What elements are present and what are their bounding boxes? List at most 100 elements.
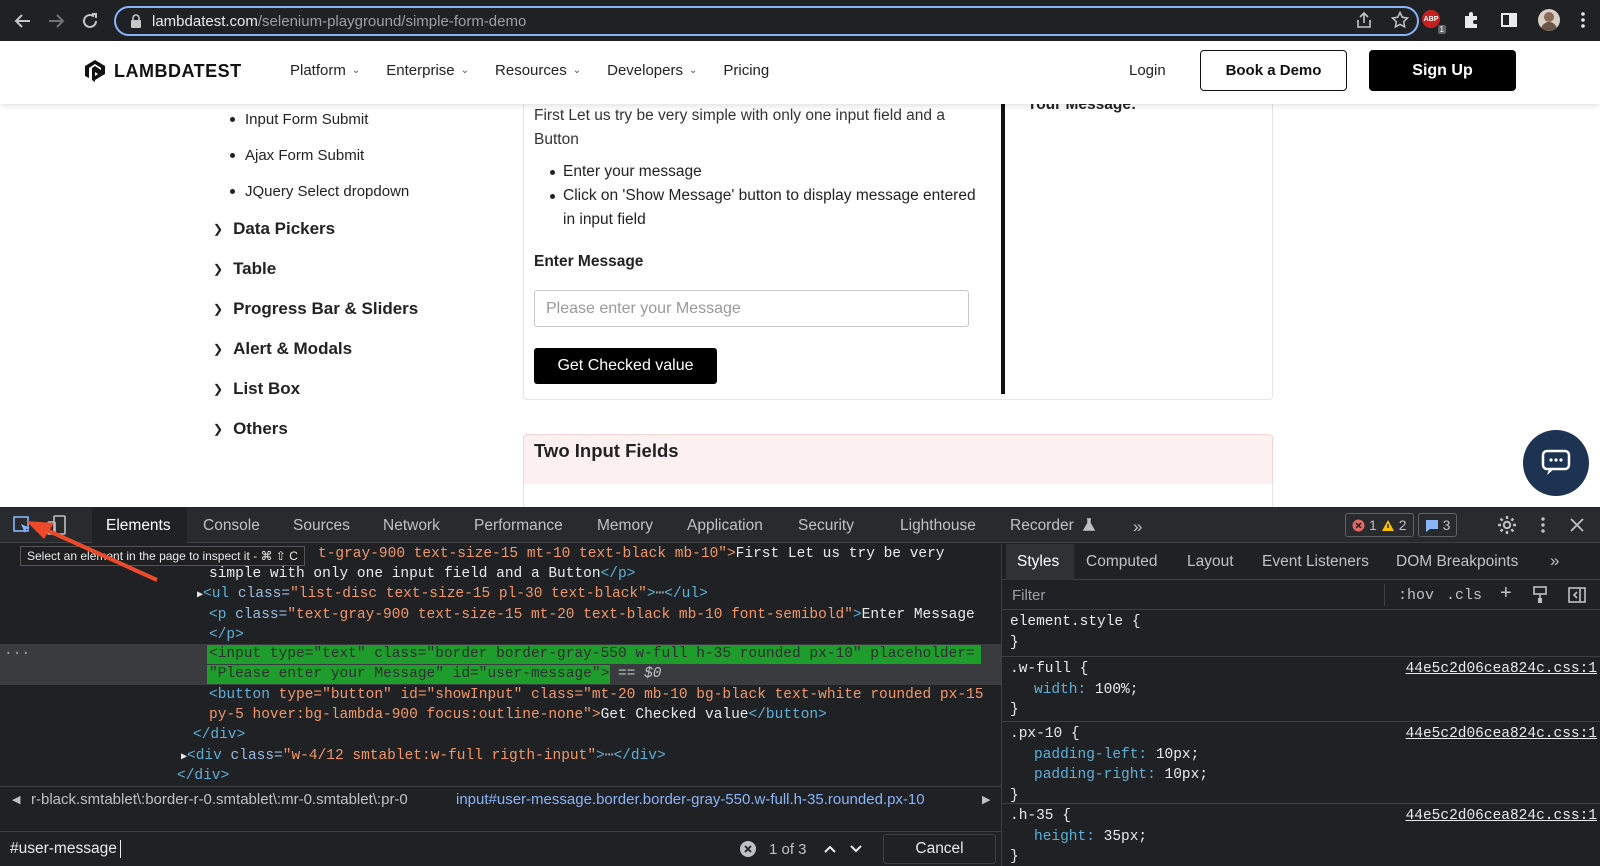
profile-avatar[interactable] [1538,9,1560,31]
search-next-icon[interactable] [848,841,864,857]
breadcrumb-item[interactable]: r-black.smtablet\:border-r-0.smtablet\:m… [31,791,408,808]
back-icon[interactable] [11,9,35,33]
chat-widget-button[interactable] [1523,430,1589,496]
flask-icon [1082,518,1096,531]
dom-node-div-right[interactable]: ▶<div class="w-4/12 smtablet:w-full rigt… [181,746,666,769]
sidebar-cat-data-pickers[interactable]: ❯ Data Pickers [213,219,335,239]
node-actions-ellipsis[interactable]: ··· [4,644,30,665]
settings-gear-icon[interactable] [1497,515,1517,535]
dom-node-p-text[interactable]: simple with only one input field and a B… [209,564,635,585]
breadcrumb-item-selected[interactable]: input#user-message.border.border-gray-55… [456,791,925,808]
sidebar-item-jquery-select[interactable]: JQuery Select dropdown [230,183,409,200]
sign-up-button[interactable]: Sign Up [1369,50,1516,91]
tab-network[interactable]: Network [383,517,440,535]
dom-node-input-selected[interactable]: <input type="text" class="border border-… [209,644,975,665]
tab-lighthouse[interactable]: Lighthouse [900,517,976,535]
side-panel-icon[interactable] [1500,11,1518,29]
bullet [550,170,555,175]
more-tabs-icon[interactable]: » [1133,517,1142,537]
clear-search-icon[interactable] [739,840,757,858]
browser-menu-icon[interactable] [1580,11,1586,29]
element-state-paint-icon[interactable] [1532,586,1548,604]
search-result-count: 1 of 3 [769,841,807,858]
sidebar-cat-list-box[interactable]: ❯ List Box [213,379,300,399]
cls-toggle[interactable]: .cls [1446,587,1482,604]
tab-application[interactable]: Application [687,517,763,535]
error-icon [1352,519,1365,531]
tab-recorder[interactable]: Recorder [1010,517,1074,535]
dom-node-input-selected-2[interactable]: "Please enter your Message" id="user-mes… [209,664,661,685]
toggle-sidebar-icon[interactable] [1568,586,1586,604]
search-prev-icon[interactable] [822,841,838,857]
breadcrumb-scroll-right-icon[interactable]: ▶ [982,793,990,806]
tab-performance[interactable]: Performance [474,517,563,535]
dom-node-button[interactable]: <button type="button" id="showInput" cla… [209,685,983,706]
bookmark-star-icon[interactable] [1391,11,1409,29]
puzzle-extensions-icon[interactable] [1462,11,1480,29]
nav-resources[interactable]: Resources ⌄ [495,62,581,79]
nav-pricing[interactable]: Pricing [723,62,769,79]
forward-icon[interactable] [44,9,68,33]
login-link[interactable]: Login [1129,62,1166,79]
reload-icon[interactable] [78,9,102,33]
nav-enterprise[interactable]: Enterprise ⌄ [386,62,469,79]
css-rule-px-10[interactable]: 44e5c2d06cea824c.css:1 .px-10 { padding-… [1002,722,1600,804]
css-rule-h-35[interactable]: 44e5c2d06cea824c.css:1 .h-35 { height: 3… [1002,804,1600,866]
tab-dom-breakpoints[interactable]: DOM Breakpoints [1396,553,1518,571]
adblock-extension-icon[interactable]: ABP 1 [1422,10,1446,34]
lambdatest-logo[interactable]: LAMBDATEST [82,58,242,84]
tab-layout[interactable]: Layout [1187,553,1234,571]
dom-node-p[interactable]: t-gray-900 text-size-15 mt-10 text-black… [318,544,945,565]
extension-badge: 1 [1437,25,1446,34]
nav-label: Enterprise [386,62,455,79]
dom-node-div-close[interactable]: </div> [193,725,245,746]
tab-styles[interactable]: Styles [1017,553,1059,571]
stylesheet-link[interactable]: 44e5c2d06cea824c.css:1 [1406,659,1597,680]
breadcrumb-scroll-left-icon[interactable]: ◀ [12,793,20,806]
chevron-right-icon: ❯ [213,222,224,236]
sidebar-cat-table[interactable]: ❯ Table [213,259,276,279]
nav-platform[interactable]: Platform ⌄ [290,62,360,79]
close-devtools-icon[interactable] [1570,518,1584,532]
dom-node-div-close-2[interactable]: </div> [177,766,229,787]
stylesheet-link[interactable]: 44e5c2d06cea824c.css:1 [1406,724,1597,745]
chevron-down-icon: ⌄ [460,65,470,76]
tab-security[interactable]: Security [798,517,854,535]
sidebar-cat-progress-bar[interactable]: ❯ Progress Bar & Sliders [213,299,418,319]
tab-sources[interactable]: Sources [293,517,350,535]
hov-toggle[interactable]: :hov [1398,587,1434,604]
tab-computed[interactable]: Computed [1086,553,1158,571]
css-rule-w-full[interactable]: 44e5c2d06cea824c.css:1 .w-full { width: … [1002,657,1600,722]
error-badge[interactable]: 1 2 [1345,513,1414,537]
user-message-input[interactable] [534,290,969,327]
styles-filter-bar: Filter :hov .cls + [1002,580,1600,610]
tab-console[interactable]: Console [203,517,260,535]
tab-memory[interactable]: Memory [597,517,653,535]
more-tabs-icon[interactable]: » [1550,551,1559,571]
search-cancel-button[interactable]: Cancel [883,834,996,864]
dom-search-input[interactable]: #user-message [10,840,117,858]
devtools-menu-icon[interactable] [1540,516,1546,534]
sidebar-item-input-form-submit[interactable]: Input Form Submit [230,111,368,128]
book-demo-button[interactable]: Book a Demo [1200,50,1347,91]
styles-filter-input[interactable]: Filter [1012,587,1045,604]
address-bar[interactable]: lambdatest.com/selenium-playground/simpl… [114,6,1419,36]
sidebar-cat-alert-modals[interactable]: ❯ Alert & Modals [213,339,352,359]
tab-event-listeners[interactable]: Event Listeners [1262,553,1369,571]
issue-badges[interactable]: 1 2 3 [1345,513,1458,537]
two-input-fields-body [523,484,1273,507]
css-rule-element-style[interactable]: element.style { } [1002,610,1600,657]
stylesheet-link[interactable]: 44e5c2d06cea824c.css:1 [1406,806,1597,827]
dom-node-p2[interactable]: <p class="text-gray-900 text-size-15 mt-… [209,605,975,626]
messages-badge[interactable]: 3 [1417,513,1458,537]
sidebar-item-ajax-form-submit[interactable]: Ajax Form Submit [230,147,364,164]
dom-node-ul[interactable]: ▶<ul class="list-disc text-size-15 pl-30… [197,584,708,607]
lock-icon [131,14,141,28]
nav-developers[interactable]: Developers ⌄ [607,62,697,79]
sidebar-cat-others[interactable]: ❯ Others [213,419,288,439]
get-checked-value-button[interactable]: Get Checked value [534,348,717,384]
dom-node-button-2[interactable]: py-5 hover:bg-lambda-900 focus:outline-n… [209,705,827,726]
share-icon[interactable] [1355,11,1373,29]
dom-node-p2-close[interactable]: </p> [209,625,244,646]
new-rule-icon[interactable]: + [1500,582,1512,605]
